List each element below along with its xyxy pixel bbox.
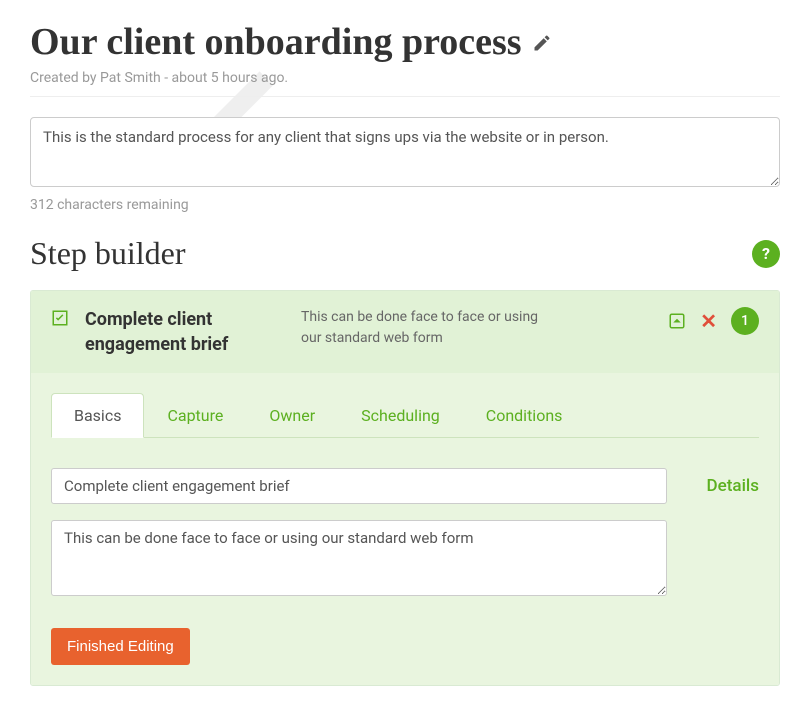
delete-step-icon[interactable]: ✕ <box>700 311 717 331</box>
meta-text: Created by Pat Smith - about 5 hours ago… <box>30 70 780 86</box>
details-heading: Details <box>697 468 759 496</box>
step-title: Complete client engagement brief <box>85 307 285 357</box>
step-summary-desc: This can be done face to face or using o… <box>301 307 551 349</box>
tab-basics[interactable]: Basics <box>51 393 144 438</box>
task-check-icon <box>51 309 69 332</box>
tab-scheduling[interactable]: Scheduling <box>338 393 463 438</box>
page-title: Our client onboarding process <box>30 20 522 64</box>
char-remaining-label: 312 characters remaining <box>30 197 780 213</box>
step-body: Basics Capture Owner Scheduling Conditio… <box>31 373 779 685</box>
process-description-input[interactable] <box>30 117 780 187</box>
help-button[interactable]: ? <box>752 240 780 268</box>
step-name-input[interactable] <box>51 468 667 504</box>
step-panel: Complete client engagement brief This ca… <box>30 290 780 686</box>
step-header: Complete client engagement brief This ca… <box>31 291 779 373</box>
divider <box>30 96 780 97</box>
collapse-icon[interactable] <box>668 312 686 330</box>
finished-editing-button[interactable]: Finished Editing <box>51 628 190 665</box>
step-desc-input[interactable] <box>51 520 667 596</box>
title-row: Our client onboarding process <box>30 20 780 64</box>
section-title: Step builder <box>30 235 186 272</box>
tab-conditions[interactable]: Conditions <box>463 393 586 438</box>
step-builder-header: Step builder ? <box>30 235 780 272</box>
form-col <box>51 468 667 600</box>
form-row: Details <box>51 468 759 600</box>
step-actions: ✕ 1 <box>668 307 759 335</box>
step-tabs: Basics Capture Owner Scheduling Conditio… <box>51 393 759 438</box>
step-number-badge: 1 <box>731 307 759 335</box>
tab-capture[interactable]: Capture <box>144 393 246 438</box>
tab-owner[interactable]: Owner <box>246 393 338 438</box>
edit-title-icon[interactable] <box>532 33 552 58</box>
